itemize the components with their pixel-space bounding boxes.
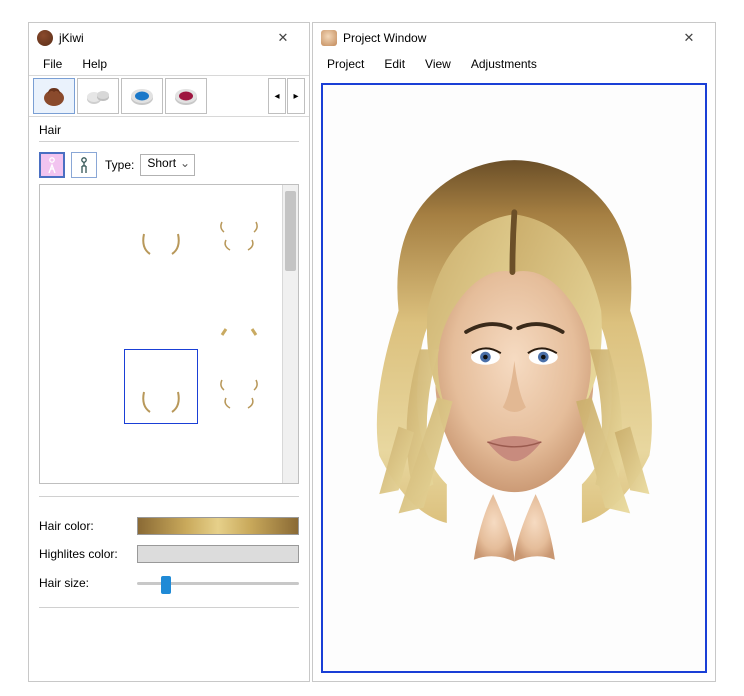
project-window-title: Project Window [343,31,669,45]
hair-thumb-icon [212,200,266,258]
hair-style-thumb[interactable] [202,191,276,266]
hair-thumb-icon [56,358,110,416]
app-icon [37,30,53,46]
hair-tool-window: jKiwi ✕ File Help [28,22,310,682]
type-label: Type: [105,158,134,172]
hair-style-thumb[interactable] [202,270,276,345]
hair-style-thumb[interactable] [124,191,198,266]
tab-nav-prev[interactable]: ◂ [268,78,286,114]
hair-size-label: Hair size: [39,576,129,590]
divider [39,141,299,142]
highlites-row: Highlites color: [39,545,299,563]
gender-female-button[interactable] [39,152,65,178]
panel-title: Hair [39,123,299,137]
eyeshadow-tab-icon [128,84,156,108]
menubar-left: File Help [29,53,309,75]
menu-view[interactable]: View [417,55,459,73]
hair-color-row: Hair color: [39,517,299,535]
hair-thumb-icon [134,437,188,484]
hair-color-label: Hair color: [39,519,129,533]
scrollbar-thumb[interactable] [285,191,296,271]
hair-grid-container [39,184,299,484]
menu-edit[interactable]: Edit [376,55,413,73]
menu-help[interactable]: Help [74,55,115,73]
hair-thumb-icon [56,200,110,258]
hair-size-row: Hair size: [39,573,299,593]
type-select[interactable]: Short [140,154,195,176]
divider [39,496,299,497]
hair-tab-icon [40,84,68,108]
hair-color-swatch[interactable] [137,517,299,535]
titlebar: jKiwi ✕ [29,23,309,53]
slider-thumb[interactable] [161,576,171,594]
hair-thumb-icon [212,358,266,416]
hair-thumb-icon [56,437,110,484]
male-icon [77,156,91,174]
hair-size-slider[interactable] [137,573,299,593]
hair-style-thumb[interactable] [124,349,198,424]
menu-file[interactable]: File [35,55,70,73]
gender-male-button[interactable] [71,152,97,178]
hair-thumb-icon [134,358,188,416]
tab-nav: ◂ ▸ [268,78,305,114]
hair-thumb-icon [212,279,266,337]
gender-type-row: Type: Short [39,152,299,178]
hair-style-thumb[interactable] [202,349,276,424]
hair-style-thumb[interactable] [46,191,120,266]
hair-style-thumb[interactable] [124,270,198,345]
scrollbar[interactable] [282,185,298,483]
highlites-swatch[interactable] [137,545,299,563]
project-body [313,75,715,681]
menu-project[interactable]: Project [319,55,372,73]
hair-thumb-icon [134,200,188,258]
project-titlebar: Project Window ✕ [313,23,715,53]
tab-eyeshadow[interactable] [121,78,163,114]
type-select-wrap: Short [140,154,195,176]
hair-style-thumb[interactable] [46,270,120,345]
hair-panel: Hair Type: Short [29,117,309,681]
hair-style-thumb[interactable] [46,349,120,424]
lipstick-tab-icon [172,84,200,108]
project-app-icon [321,30,337,46]
project-menubar: Project Edit View Adjustments [313,53,715,75]
model-preview-image [331,97,698,660]
hair-style-thumb[interactable] [202,428,276,483]
hair-style-thumb[interactable] [124,428,198,483]
preview-canvas[interactable] [321,83,707,673]
divider [39,607,299,608]
highlites-label: Highlites color: [39,547,129,561]
female-icon [45,156,59,174]
window-title: jKiwi [59,31,263,45]
hair-thumb-icon [212,437,266,484]
project-window: Project Window ✕ Project Edit View Adjus… [312,22,716,682]
tab-lipstick[interactable] [165,78,207,114]
base-tab-icon [84,84,112,108]
menu-adjustments[interactable]: Adjustments [463,55,545,73]
project-close-button[interactable]: ✕ [669,25,709,51]
hair-thumb-icon [134,279,188,337]
hair-thumb-icon [56,279,110,337]
tab-base[interactable] [77,78,119,114]
hair-style-thumb[interactable] [46,428,120,483]
close-button[interactable]: ✕ [263,25,303,51]
tab-toolbar: ◂ ▸ [29,75,309,117]
tab-hair[interactable] [33,78,75,114]
hair-style-grid [40,185,282,483]
tab-nav-next[interactable]: ▸ [287,78,305,114]
